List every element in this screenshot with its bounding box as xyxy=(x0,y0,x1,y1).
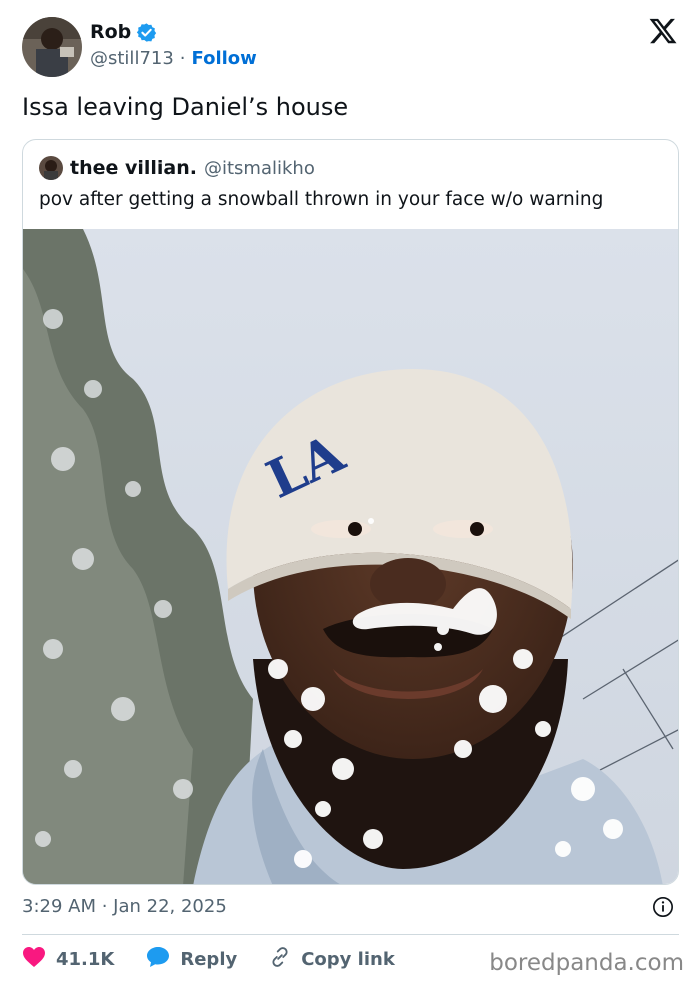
info-icon[interactable] xyxy=(652,896,674,918)
tweet-timestamp[interactable]: 3:29 AM · Jan 22, 2025 xyxy=(22,896,227,917)
follow-button[interactable]: Follow xyxy=(192,48,257,69)
reply-icon xyxy=(146,946,170,973)
separator-dot: · xyxy=(179,48,186,69)
quoted-text: pov after getting a snowball thrown in y… xyxy=(39,189,604,210)
footer-divider xyxy=(22,934,679,935)
quoted-author-name[interactable]: thee villian. xyxy=(70,157,197,179)
author-name[interactable]: Rob xyxy=(90,21,131,43)
author-handle[interactable]: @still713 xyxy=(90,48,174,69)
action-bar: 41.1K Reply Copy link xyxy=(22,946,427,973)
reply-button[interactable]: Reply xyxy=(146,946,237,973)
quoted-author-handle: @itsmalikho xyxy=(204,157,315,179)
quoted-photo[interactable]: LA xyxy=(23,229,678,884)
verified-badge-icon xyxy=(136,22,157,43)
reply-label: Reply xyxy=(180,949,238,970)
like-button[interactable]: 41.1K xyxy=(22,946,114,973)
heart-icon xyxy=(22,946,46,973)
like-count: 41.1K xyxy=(56,949,115,970)
watermark: boredpanda.com xyxy=(489,950,684,976)
quoted-tweet[interactable]: thee villian. @itsmalikho pov after gett… xyxy=(22,139,679,885)
link-icon xyxy=(269,946,291,973)
quoted-avatar[interactable] xyxy=(39,156,63,180)
author-name-row[interactable]: Rob xyxy=(90,21,157,43)
quoted-header: thee villian. @itsmalikho xyxy=(39,156,315,180)
copy-link-button[interactable]: Copy link xyxy=(269,946,395,973)
x-logo-icon[interactable] xyxy=(648,16,678,46)
copy-link-label: Copy link xyxy=(301,949,395,970)
tweet-card: Rob @still713 · Follow Issa leaving Dani… xyxy=(0,0,700,986)
author-handle-row: @still713 · Follow xyxy=(90,48,257,69)
author-avatar[interactable] xyxy=(22,17,82,77)
tweet-text: Issa leaving Daniel’s house xyxy=(22,93,349,121)
